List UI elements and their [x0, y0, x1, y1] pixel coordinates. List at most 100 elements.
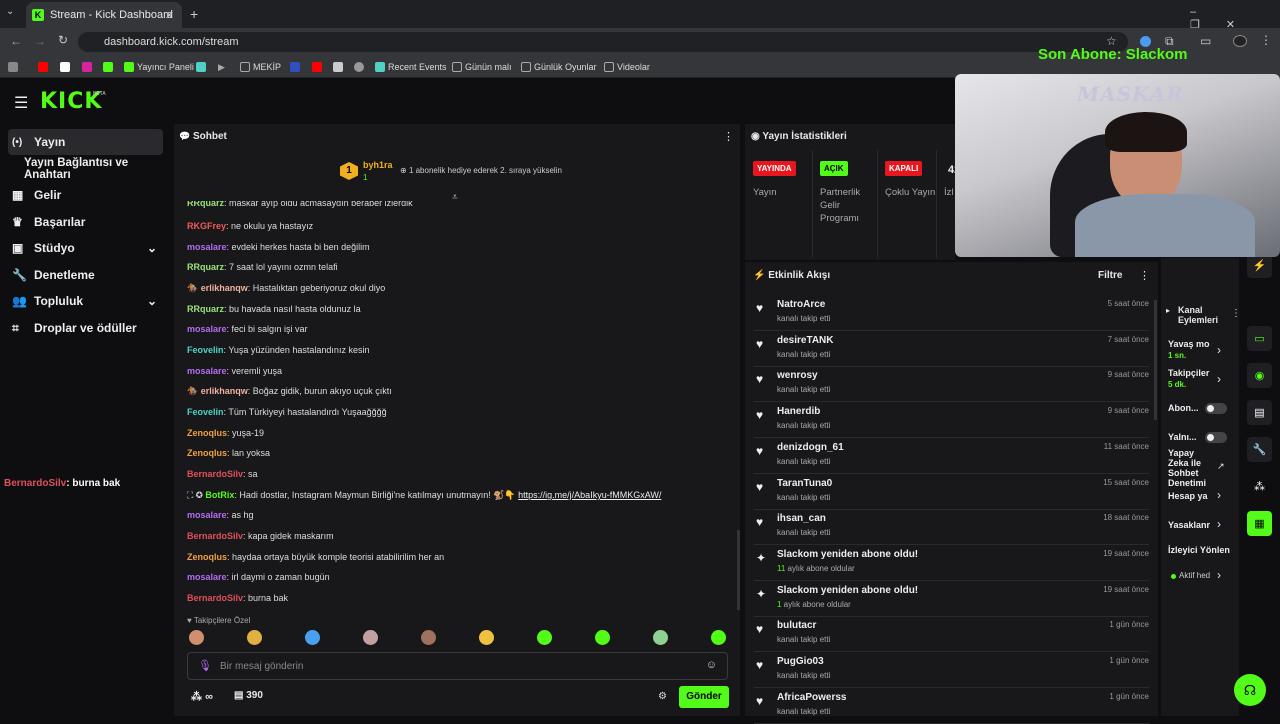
- tab-list-icon[interactable]: ⌄: [6, 6, 20, 20]
- chevron-right-icon[interactable]: ›: [1217, 517, 1221, 531]
- external-link-icon[interactable]: ↗: [1217, 461, 1225, 472]
- chat-username[interactable]: mosalare: [187, 366, 227, 376]
- hamburger-menu-icon[interactable]: ☰: [14, 93, 28, 113]
- sidebar-item-studyo[interactable]: ▣ Stüdyo ⌄: [8, 235, 163, 261]
- sidebar-item-baglanti[interactable]: Yayın Bağlantısı ve Anahtarı: [8, 156, 172, 182]
- rail-chat-icon[interactable]: ▭: [1247, 326, 1272, 351]
- bookmark-image-icon[interactable]: [333, 56, 343, 78]
- chat-username[interactable]: Zenoqlus: [187, 428, 227, 438]
- sidebar-item-gelir[interactable]: ▦ Gelir: [8, 182, 163, 208]
- event-item[interactable]: ♥ wenrosy kanalı takip etti 9 saat önce: [754, 368, 1149, 403]
- sidebar-item-denetleme[interactable]: 🔧 Denetleme: [8, 262, 163, 288]
- back-icon[interactable]: ←: [10, 34, 22, 48]
- actions-menu-icon[interactable]: ⋮: [1231, 308, 1241, 319]
- chat-username[interactable]: RRquarz: [187, 262, 224, 272]
- chat-menu-icon[interactable]: ⋮: [723, 130, 734, 143]
- emote-4[interactable]: [363, 630, 378, 645]
- events-menu-icon[interactable]: ⋮: [1139, 269, 1150, 282]
- support-headset-icon[interactable]: ☊: [1234, 674, 1266, 706]
- emote-9[interactable]: [653, 630, 668, 645]
- chat-username[interactable]: Zenoqlus: [187, 552, 227, 562]
- bookmark-misc-icon[interactable]: [196, 56, 206, 78]
- emote-2[interactable]: [247, 630, 262, 645]
- chat-username[interactable]: Feovelin: [187, 345, 224, 355]
- bookmark-mekip[interactable]: MEKİP: [240, 56, 281, 78]
- channel-points[interactable]: ⁂ ∞: [191, 690, 213, 703]
- send-button[interactable]: Gönder: [679, 686, 729, 708]
- bookmark-gunluk-oyunlar[interactable]: Günlük Oyunlar: [521, 56, 597, 78]
- account-age-label[interactable]: Hesap ya: [1168, 491, 1208, 501]
- youtube-bookmark-icon[interactable]: [38, 56, 48, 78]
- emote-10[interactable]: [711, 630, 726, 645]
- emote-heart[interactable]: [305, 630, 320, 645]
- emote-7[interactable]: [537, 630, 552, 645]
- rail-broadcast-icon[interactable]: ◉: [1247, 363, 1272, 388]
- sidepanel-icon[interactable]: ▭: [1200, 34, 1211, 48]
- event-item[interactable]: ♥ denizdogn_61 kanalı takip etti 11 saat ön…: [754, 440, 1149, 474]
- bookmark-videolar[interactable]: Videolar: [604, 56, 650, 78]
- sidebar-item-droplar[interactable]: ⌗ Droplar ve ödüller: [8, 315, 163, 341]
- chat-username[interactable]: mosalare: [187, 572, 227, 582]
- chat-username[interactable]: BernardoSilv: [187, 593, 243, 603]
- viewer-redirect-label[interactable]: İzleyici Yönlen: [1168, 545, 1230, 555]
- youtube-bookmark-icon[interactable]: [312, 56, 322, 78]
- bookmark-circle-icon[interactable]: [354, 56, 364, 78]
- chat-username[interactable]: RKGFrey: [187, 221, 226, 231]
- forward-icon[interactable]: →: [34, 34, 46, 48]
- store-counter[interactable]: ▤ 390: [234, 690, 263, 701]
- chat-username[interactable]: mosalare: [187, 242, 227, 252]
- chevron-right-icon[interactable]: ›: [1217, 372, 1221, 386]
- kick-bookmark-icon[interactable]: [103, 56, 113, 78]
- rail-clapper-icon[interactable]: ▦: [1247, 511, 1272, 536]
- event-item[interactable]: ♥ NatroArce kanalı takip etti 5 saat önce: [754, 297, 1149, 331]
- sidebar-item-yayin[interactable]: (•) Yayın: [8, 129, 163, 155]
- chat-username[interactable]: BotRix: [205, 490, 234, 500]
- sidebar-item-basarilar[interactable]: ♛ Başarılar: [8, 209, 163, 235]
- chat-username[interactable]: Feovelin: [187, 407, 224, 417]
- emote-8[interactable]: [595, 630, 610, 645]
- ai-moderation-label[interactable]: Yapay Zeka ile Sohbet Denetimi: [1168, 448, 1216, 488]
- top-gifter-name[interactable]: byh1ra: [363, 160, 393, 170]
- event-item[interactable]: ♥ ihsan_can kanalı takip etti 18 saat önce: [754, 511, 1149, 546]
- bookmark-play-icon[interactable]: ▶: [218, 56, 225, 78]
- reload-icon[interactable]: ↻: [58, 33, 68, 47]
- event-item[interactable]: ♥ TaranTuna0 kanalı takip etti 15 saat önce: [754, 476, 1149, 510]
- microphone-icon[interactable]: 🎙: [198, 659, 212, 672]
- chat-link[interactable]: https://ig.me/j/AbaIkyu-fMMKGxAW/: [518, 490, 661, 500]
- emote-5[interactable]: [421, 630, 436, 645]
- url-field[interactable]: dashboard.kick.com/stream: [78, 32, 1128, 52]
- event-item[interactable]: ♥ Hanerdib kanalı takip etti 9 saat önce: [754, 404, 1149, 439]
- chat-username[interactable]: mosalare: [187, 510, 227, 520]
- event-item[interactable]: ♥ desireTANK kanalı takip etti 7 saat önce: [754, 333, 1149, 367]
- profile-avatar[interactable]: [1233, 35, 1247, 47]
- event-item[interactable]: ♥ PugGio03 kanalı takip etti 1 gün önce: [754, 654, 1149, 688]
- chat-username[interactable]: RRquarz: [187, 304, 224, 314]
- chevron-right-icon[interactable]: ›: [1217, 568, 1221, 582]
- event-item[interactable]: ♥ bulutacr kanalı takip etti 1 gün önce: [754, 618, 1149, 653]
- collapse-pinned-icon[interactable]: ⩡: [452, 192, 458, 203]
- rail-wrench-icon[interactable]: 🔧: [1247, 437, 1272, 462]
- apps-icon[interactable]: [8, 56, 18, 78]
- chat-username[interactable]: erlikhanqw: [201, 386, 248, 396]
- chat-username[interactable]: BernardoSilv: [187, 531, 243, 541]
- emotes-only-toggle[interactable]: [1205, 432, 1227, 443]
- close-tab-icon[interactable]: ✕: [165, 9, 174, 22]
- slow-mode-label[interactable]: Yavaş mo: [1168, 339, 1210, 349]
- x-bookmark-icon[interactable]: [60, 56, 70, 78]
- chat-settings-icon[interactable]: ⚙: [658, 691, 667, 702]
- menu-kebab-icon[interactable]: ⋮: [1260, 33, 1272, 47]
- rail-users-icon[interactable]: ⁂: [1247, 474, 1272, 499]
- chat-input-placeholder[interactable]: Bir mesaj gönderin: [220, 661, 303, 672]
- chat-username[interactable]: mosalare: [187, 324, 227, 334]
- event-item[interactable]: ✦ Slackom yeniden abone oldu! 1 aylık abon…: [754, 583, 1149, 617]
- emoji-picker-icon[interactable]: ☺: [706, 659, 717, 671]
- bans-label[interactable]: Yasaklanr: [1168, 520, 1210, 530]
- bookmark-recent-events[interactable]: Recent Events: [375, 56, 447, 78]
- chat-username[interactable]: Zenoqlus: [187, 448, 227, 458]
- instagram-bookmark-icon[interactable]: [82, 56, 92, 78]
- emote-1[interactable]: [189, 630, 204, 645]
- filter-button[interactable]: Filtre: [1098, 270, 1122, 281]
- chat-username[interactable]: erlikhanqw: [201, 283, 248, 293]
- event-item[interactable]: ✦ Slackom yeniden abone oldu! 11 aylık abo…: [754, 547, 1149, 581]
- chevron-right-icon[interactable]: ›: [1217, 488, 1221, 502]
